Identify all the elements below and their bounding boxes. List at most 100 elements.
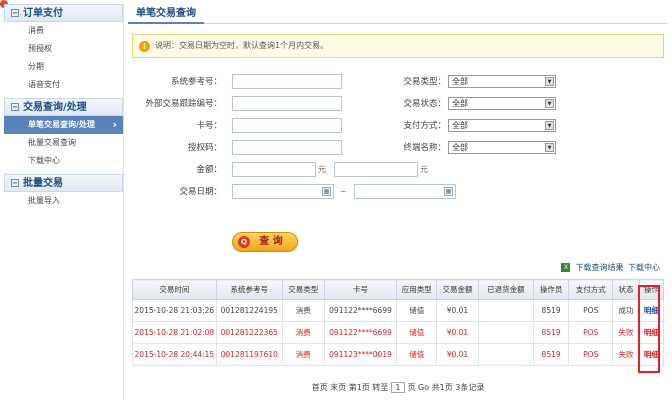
- cell-operator: 8519: [532, 299, 570, 322]
- pager-nav[interactable]: 首页 末页 第1页 转至: [312, 383, 389, 392]
- terminal-name-select[interactable]: 全部 ▼: [448, 141, 556, 154]
- cell-operator: 8519: [532, 321, 570, 344]
- query-button[interactable]: Q 查 询: [232, 232, 298, 252]
- cell-amount: ¥0.01: [436, 343, 479, 366]
- query-button-label: 查 询: [259, 236, 283, 247]
- title-bar: 单笔交易查询: [128, 4, 668, 24]
- results-table: 交易时间 系统参考号 交易类型 卡号 应用类型 交易金额 已退货金额 操作员 支…: [132, 279, 665, 366]
- cell-time: 2015-10-28 21:02:08: [132, 321, 217, 344]
- cell-app-type: 储值: [396, 321, 438, 344]
- amount-max-input[interactable]: [334, 162, 418, 177]
- col-header: 状态: [612, 279, 640, 300]
- collapse-icon[interactable]: −: [11, 9, 19, 17]
- cell-refunded: [477, 299, 534, 322]
- cell-status: 成功: [612, 299, 640, 322]
- sidebar-group-header[interactable]: − 批量交易: [4, 174, 123, 192]
- select-value: 全部: [452, 143, 468, 152]
- dropdown-arrow-icon[interactable]: ▼: [545, 121, 554, 130]
- col-header: 交易金额: [436, 279, 479, 300]
- cell-amount: ¥0.01: [436, 321, 479, 344]
- cell-app-type: 储值: [396, 299, 438, 322]
- date-end-input[interactable]: ▦: [354, 184, 456, 199]
- main-panel: 单笔交易查询 i 说明：交易日期为空时，默认查询1个月内交易。 系统参考号： 外…: [128, 4, 668, 400]
- label-card-number: 卡号：: [196, 121, 222, 131]
- sidebar-group-title: 订单支付: [23, 8, 63, 19]
- amount-min-input[interactable]: [232, 162, 316, 177]
- cell-operator: 8519: [532, 343, 570, 366]
- cell-ref: 001281222365: [215, 321, 283, 344]
- cell-card: 091123****0019: [323, 343, 398, 366]
- sidebar-group-header[interactable]: − 订单支付: [4, 4, 123, 22]
- page-title: 单笔交易查询: [128, 4, 204, 24]
- download-results-link[interactable]: 下载查询结果: [575, 263, 623, 272]
- page-input[interactable]: 1: [390, 382, 405, 393]
- sidebar-group-batch: − 批量交易 批量导入: [4, 174, 123, 210]
- sidebar-item-voice-pay[interactable]: 语音支付: [4, 76, 123, 94]
- cell-card: 091122****6699: [323, 299, 398, 322]
- external-trace-input[interactable]: [232, 96, 342, 111]
- notice-text: 说明：交易日期为空时，默认查询1个月内交易。: [155, 41, 329, 50]
- sidebar: − 订单支付 消费 预授权 分期 语音支付 − 交易查询/处理 单笔交易查询/处理 …: [4, 4, 124, 400]
- sidebar-group-title: 交易查询/处理: [23, 102, 87, 113]
- col-header: 应用类型: [396, 279, 438, 300]
- col-header: 交易时间: [132, 279, 217, 300]
- label-auth-code: 授权码：: [187, 143, 222, 153]
- excel-icon: X: [561, 263, 571, 272]
- cell-time: 2015-10-28 20:44:15: [132, 343, 217, 366]
- cell-card: 091122****6699: [323, 321, 398, 344]
- dropdown-arrow-icon[interactable]: ▼: [545, 99, 554, 108]
- sidebar-group-header[interactable]: − 交易查询/处理: [4, 98, 123, 116]
- label-terminal-name: 终端名称：: [403, 143, 446, 153]
- system-ref-input[interactable]: [232, 74, 342, 89]
- cell-pay-method: POS: [568, 299, 614, 322]
- label-trade-status: 交易状态：: [403, 99, 446, 109]
- trade-type-select[interactable]: 全部 ▼: [448, 75, 556, 88]
- collapse-icon[interactable]: −: [11, 179, 19, 187]
- query-form: 系统参考号： 外部交易跟踪编号： 卡号： 授权码： 交易类型： 全部 ▼ 交易状态…: [128, 74, 668, 199]
- sidebar-item-installment[interactable]: 分期: [4, 58, 123, 76]
- date-start-input[interactable]: ▦: [232, 184, 334, 199]
- dropdown-arrow-icon[interactable]: ▼: [545, 143, 554, 152]
- cell-ref: 001281197610: [215, 343, 283, 366]
- dropdown-arrow-icon[interactable]: ▼: [545, 77, 554, 86]
- table-row: 2015-10-28 21:03:26 001281224195 消费 0911…: [132, 299, 665, 322]
- sidebar-item-batch-import[interactable]: 批量导入: [4, 192, 123, 210]
- cell-type: 消费: [281, 321, 325, 344]
- col-header: 操作员: [532, 279, 570, 300]
- card-number-input[interactable]: [232, 118, 342, 133]
- auth-code-input[interactable]: [232, 140, 342, 155]
- download-links: X 下载查询结果 下载中心: [561, 262, 660, 273]
- col-header: 支付方式: [568, 279, 614, 300]
- calendar-icon[interactable]: ▦: [322, 187, 331, 196]
- search-icon: Q: [238, 236, 250, 248]
- info-icon: i: [139, 41, 150, 52]
- trade-status-select[interactable]: 全部 ▼: [448, 97, 556, 110]
- sidebar-item-single-query[interactable]: 单笔交易查询/处理: [4, 116, 123, 134]
- label-system-ref: 系统参考号：: [170, 77, 222, 87]
- cell-pay-method: POS: [568, 321, 614, 344]
- sidebar-group-title: 批量交易: [23, 178, 63, 189]
- label-trade-date: 交易日期：: [179, 187, 222, 197]
- cell-status: 失败: [612, 343, 640, 366]
- cell-amount: ¥0.01: [436, 299, 479, 322]
- collapse-icon[interactable]: −: [11, 103, 19, 111]
- label-amount: 金额：: [196, 165, 222, 175]
- sidebar-item-download-center[interactable]: 下载中心: [4, 152, 123, 170]
- pay-method-select[interactable]: 全部 ▼: [448, 119, 556, 132]
- download-center-link[interactable]: 下载中心: [628, 263, 660, 272]
- col-header: 已退货金额: [477, 279, 534, 300]
- label-external-trace: 外部交易跟踪编号：: [145, 99, 222, 109]
- sidebar-group-query: −交易查询/处理 单笔交易查询/处理 批量交易查询 下载中心: [4, 98, 123, 170]
- pager: 首页 末页 第1页 转至 1 页 Go 共1页 3条记录: [128, 382, 668, 393]
- cell-ref: 001281224195: [215, 299, 283, 322]
- cell-time: 2015-10-28 21:03:26: [132, 299, 217, 322]
- sidebar-group-order-payment: − 订单支付 消费 预授权 分期 语音支付: [4, 4, 123, 94]
- calendar-icon[interactable]: ▦: [444, 187, 453, 196]
- sidebar-item-preauth[interactable]: 预授权: [4, 40, 123, 58]
- sidebar-item-batch-query[interactable]: 批量交易查询: [4, 134, 123, 152]
- sidebar-item-consume[interactable]: 消费: [4, 22, 123, 40]
- highlight-box: [638, 285, 660, 373]
- cell-status: 失败: [612, 321, 640, 344]
- cell-type: 消费: [281, 299, 325, 322]
- pager-info[interactable]: 页 Go 共1页 3条记录: [407, 383, 484, 392]
